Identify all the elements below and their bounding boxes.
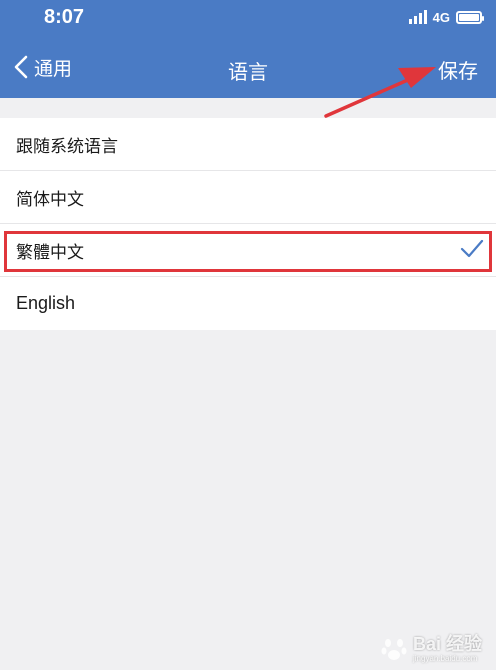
network-label: 4G bbox=[432, 9, 450, 25]
language-option-label: English bbox=[16, 293, 76, 313]
language-option-simplified-chinese[interactable]: 简体中文 bbox=[0, 171, 496, 224]
watermark-text: Bai 经验 bbox=[412, 633, 482, 654]
language-option-follow-system[interactable]: 跟随系统语言 bbox=[0, 118, 496, 171]
language-option-label: 简体中文 bbox=[16, 189, 84, 210]
battery-icon bbox=[456, 10, 484, 24]
save-button[interactable]: 保存 bbox=[438, 55, 478, 84]
language-option-traditional-chinese[interactable]: 繁體中文 bbox=[0, 224, 496, 277]
language-option-label: 繁體中文 bbox=[16, 242, 84, 263]
nav-bar: 通用 语言 保存 bbox=[0, 36, 496, 98]
language-option-english[interactable]: English bbox=[0, 277, 496, 330]
watermark: Bai 经验 jingyan.baidu.com bbox=[381, 634, 482, 664]
language-option-label: 跟随系统语言 bbox=[16, 136, 118, 157]
status-bar: 8:07 4G bbox=[0, 0, 496, 36]
checkmark-icon bbox=[460, 239, 484, 258]
language-list: 跟随系统语言 简体中文 繁體中文 English bbox=[0, 118, 496, 330]
signal-icon bbox=[408, 10, 427, 24]
status-time: 8:07 bbox=[44, 6, 85, 28]
watermark-url: jingyan.baidu.com bbox=[412, 653, 478, 663]
status-indicators: 4G bbox=[408, 8, 484, 26]
paw-logo-icon bbox=[381, 639, 407, 660]
page-title: 语言 bbox=[228, 60, 268, 84]
